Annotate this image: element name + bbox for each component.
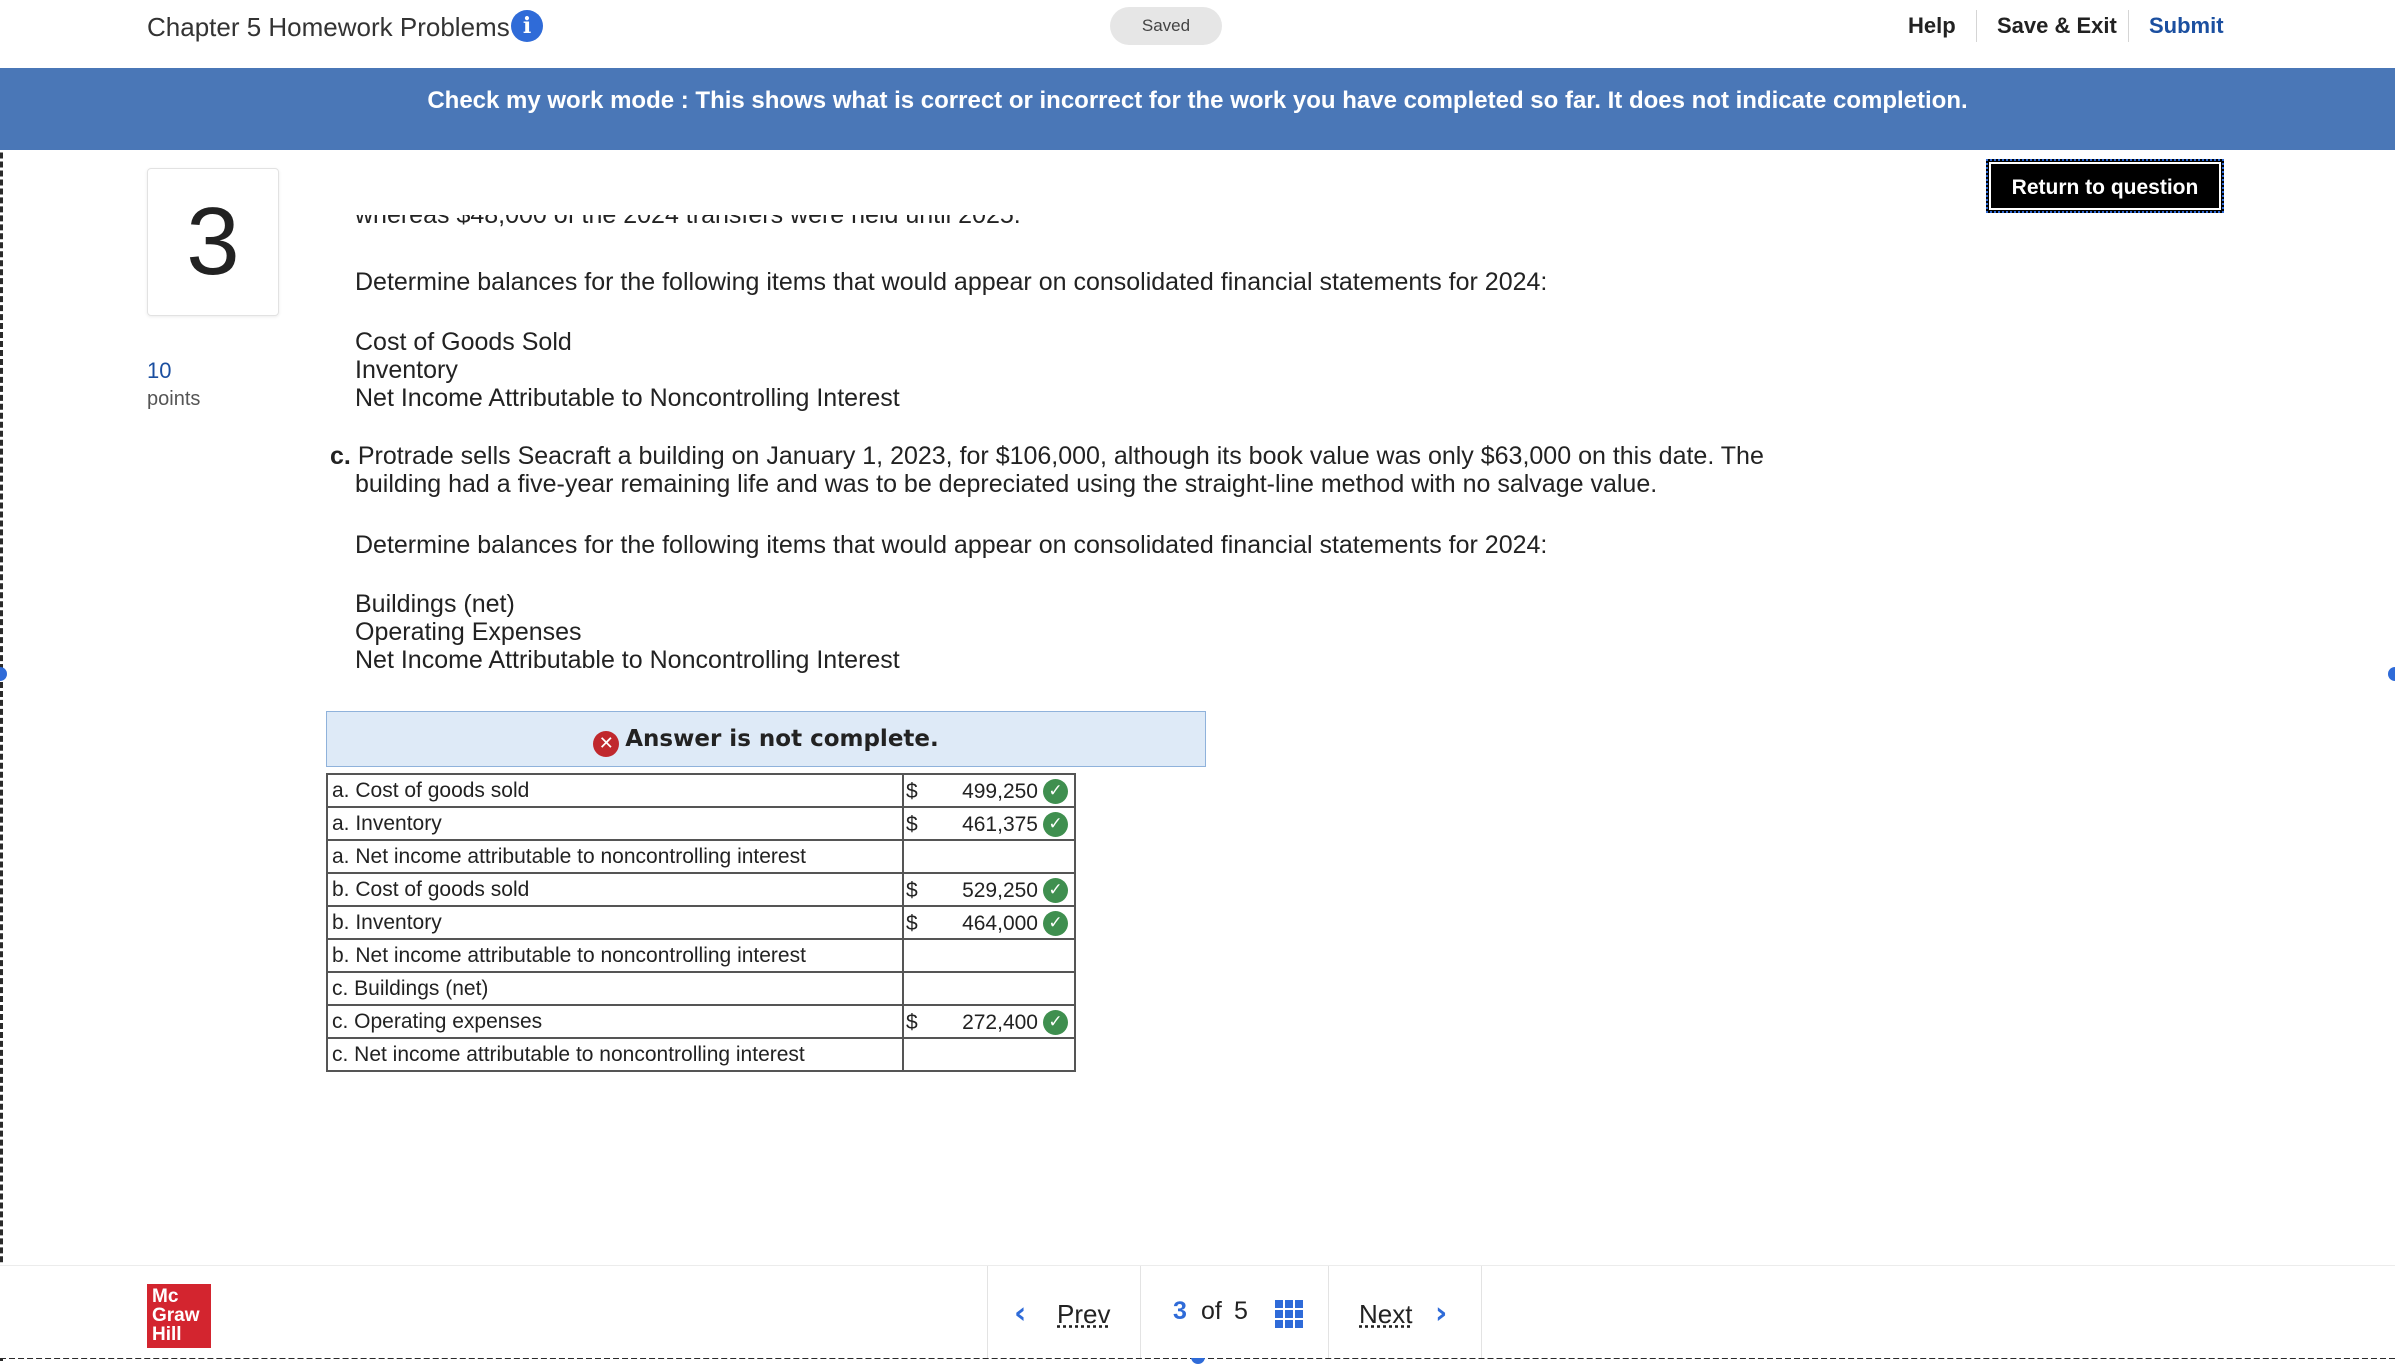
answer-row-label: b. Inventory bbox=[326, 905, 904, 940]
total-pages: 5 bbox=[1234, 1297, 1248, 1325]
answer-table: a. Cost of goods sold $499,250 ✓ a. Invento… bbox=[326, 773, 1076, 1072]
part-c-line-1: Protrade sells Seacraft a building on Ja… bbox=[357, 442, 1764, 470]
return-to-question-button[interactable]: Return to question bbox=[1986, 159, 2224, 213]
page-indicator[interactable]: 3 of 5 bbox=[1140, 1266, 1329, 1358]
correct-check-icon: ✓ bbox=[1043, 878, 1068, 903]
mcgraw-hill-logo: Mc Graw Hill bbox=[147, 1284, 211, 1348]
current-page: 3 bbox=[1173, 1297, 1187, 1325]
correct-check-icon: ✓ bbox=[1043, 911, 1068, 936]
logo-text: Hill bbox=[152, 1324, 182, 1345]
incorrect-x-icon: ✕ bbox=[593, 731, 620, 757]
prev-button[interactable]: ‹ Prev bbox=[987, 1266, 1141, 1358]
part-c-marker: c. bbox=[330, 442, 351, 470]
answer-status-text: Answer is not complete. bbox=[625, 726, 939, 752]
resize-handle-right[interactable] bbox=[2388, 667, 2395, 681]
answer-row: a. Net income attributable to noncontrol… bbox=[326, 839, 1076, 874]
assignment-title: Chapter 5 Homework Problems bbox=[147, 12, 510, 42]
item-c-1: Buildings (net) bbox=[355, 590, 515, 618]
answer-row-label: b. Net income attributable to noncontrol… bbox=[326, 938, 904, 973]
clipped-text: whereas $48,000 of the 2024 transfers we… bbox=[355, 215, 1021, 229]
answer-input-cell[interactable] bbox=[902, 1037, 1076, 1072]
answer-value: 272,400 bbox=[962, 1011, 1038, 1034]
answer-input-cell[interactable] bbox=[902, 938, 1076, 973]
answer-row: c. Buildings (net) bbox=[326, 971, 1076, 1006]
prev-label: Prev bbox=[1057, 1299, 1111, 1329]
answer-row-label: a. Cost of goods sold bbox=[326, 773, 904, 808]
answer-input-cell[interactable] bbox=[902, 839, 1076, 874]
answer-value: 529,250 bbox=[962, 879, 1038, 902]
currency-symbol: $ bbox=[906, 813, 918, 836]
check-my-work-banner: Check my work mode : This shows what is … bbox=[0, 68, 2395, 150]
answer-input-cell[interactable]: $529,250 ✓ bbox=[902, 872, 1076, 907]
correct-check-icon: ✓ bbox=[1043, 779, 1068, 804]
answer-row: b. Inventory $464,000 ✓ bbox=[326, 905, 1076, 940]
answer-value: 499,250 bbox=[962, 780, 1038, 803]
answer-input-cell[interactable] bbox=[902, 971, 1076, 1006]
points-label: points bbox=[147, 388, 201, 410]
page-of-label: of bbox=[1201, 1297, 1222, 1325]
footer-nav: Mc Graw Hill ‹ Prev 3 of 5 Next › bbox=[0, 1265, 2395, 1358]
part-c-paragraph: c. Protrade sells Seacraft a building on… bbox=[330, 442, 1764, 498]
points-value: 10 bbox=[147, 358, 172, 383]
clipped-text-line: whereas $48,000 of the 2024 transfers we… bbox=[355, 215, 1355, 233]
instruction-text: Determine balances for the following ite… bbox=[355, 268, 1548, 296]
answer-row-label: a. Inventory bbox=[326, 806, 904, 841]
answer-row: c. Operating expenses $272,400 ✓ bbox=[326, 1004, 1076, 1039]
item-b-2: Inventory bbox=[355, 356, 458, 384]
next-label: Next bbox=[1359, 1299, 1413, 1329]
question-number: 3 bbox=[147, 168, 279, 316]
answer-row-label: c. Buildings (net) bbox=[326, 971, 904, 1006]
correct-check-icon: ✓ bbox=[1043, 812, 1068, 837]
chevron-left-icon: ‹ bbox=[1014, 1296, 1027, 1331]
next-button[interactable]: Next › bbox=[1328, 1266, 1482, 1358]
item-b-1: Cost of Goods Sold bbox=[355, 328, 572, 356]
currency-symbol: $ bbox=[906, 879, 918, 902]
answer-input-cell[interactable]: $499,250 ✓ bbox=[902, 773, 1076, 808]
item-b-3: Net Income Attributable to Noncontrollin… bbox=[355, 384, 900, 412]
logo-text: Mc bbox=[152, 1286, 179, 1307]
answer-status-banner: ✕ Answer is not complete. bbox=[326, 711, 1206, 767]
answer-input-cell[interactable]: $272,400 ✓ bbox=[902, 1004, 1076, 1039]
top-bar: Chapter 5 Homework Problems i Saved Help… bbox=[0, 0, 2395, 68]
saved-status-badge: Saved bbox=[1110, 7, 1222, 45]
answer-value: 464,000 bbox=[962, 912, 1038, 935]
answer-input-cell[interactable]: $464,000 ✓ bbox=[902, 905, 1076, 940]
logo-text: Graw bbox=[152, 1305, 200, 1326]
part-c-line-2: building had a five-year remaining life … bbox=[355, 470, 1658, 498]
correct-check-icon: ✓ bbox=[1043, 1010, 1068, 1035]
answer-row-label: c. Operating expenses bbox=[326, 1004, 904, 1039]
currency-symbol: $ bbox=[906, 1011, 918, 1034]
header-divider bbox=[1976, 10, 1977, 42]
answer-row: b. Cost of goods sold $529,250 ✓ bbox=[326, 872, 1076, 907]
help-link[interactable]: Help bbox=[1908, 13, 1956, 39]
header-divider bbox=[2128, 10, 2129, 42]
currency-symbol: $ bbox=[906, 780, 918, 803]
instruction-text: Determine balances for the following ite… bbox=[355, 531, 1548, 559]
answer-row: a. Cost of goods sold $499,250 ✓ bbox=[326, 773, 1076, 808]
answer-row-label: a. Net income attributable to noncontrol… bbox=[326, 839, 904, 874]
chevron-right-icon: › bbox=[1435, 1296, 1448, 1331]
answer-row: b. Net income attributable to noncontrol… bbox=[326, 938, 1076, 973]
submit-link[interactable]: Submit bbox=[2149, 13, 2224, 39]
answer-row-label: b. Cost of goods sold bbox=[326, 872, 904, 907]
info-icon[interactable]: i bbox=[511, 10, 543, 42]
item-c-3: Net Income Attributable to Noncontrollin… bbox=[355, 646, 900, 674]
answer-input-cell[interactable]: $461,375 ✓ bbox=[902, 806, 1076, 841]
answer-value: 461,375 bbox=[962, 813, 1038, 836]
answer-row-label: c. Net income attributable to noncontrol… bbox=[326, 1037, 904, 1072]
resize-handle-left[interactable] bbox=[0, 667, 7, 681]
save-exit-link[interactable]: Save & Exit bbox=[1997, 13, 2117, 39]
grid-icon[interactable] bbox=[1275, 1300, 1303, 1328]
currency-symbol: $ bbox=[906, 912, 918, 935]
item-c-2: Operating Expenses bbox=[355, 618, 582, 646]
answer-row: a. Inventory $461,375 ✓ bbox=[326, 806, 1076, 841]
answer-row: c. Net income attributable to noncontrol… bbox=[326, 1037, 1076, 1072]
